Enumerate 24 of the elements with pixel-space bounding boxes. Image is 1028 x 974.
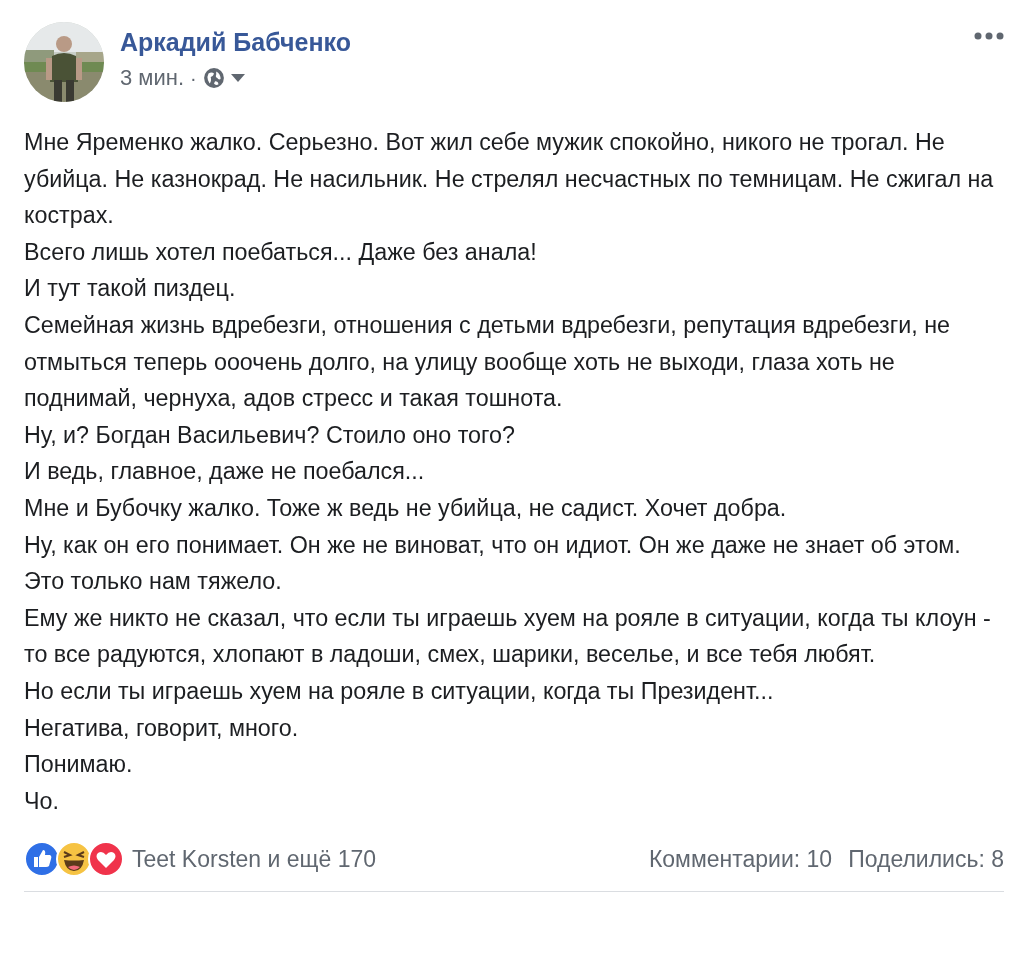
- post-paragraph: Ну, и? Богдан Васильевич? Стоило оно того?: [24, 420, 516, 450]
- post-paragraph: Семейная жизнь вдребезги, отношения с детьми вдребезги, репутация вдребезги, не отмыться теперь ооочень долго, на улицу вообще хоть не выходи, глаза хоть не поднимай, чернуха, адов стресс и такая тошнота.: [24, 310, 952, 414]
- post-paragraph: Мне Яременко жалко. Серьезно. Вот жил себе мужик спокойно, никого не трогал. Не убийца. Не казнокрад. Не насильник. Не стрелял несчастных по темницам. Не сжигал на кострах.: [24, 128, 995, 231]
- post-paragraph: Негатива, говорит, много.: [24, 713, 300, 743]
- laughing-face-icon[interactable]: [56, 841, 92, 878]
- post-paragraph: И тут такой пиздец.: [24, 274, 237, 304]
- more-icon[interactable]: [974, 32, 1004, 40]
- reactions-summary[interactable]: Teet Korsten и ещё 170: [132, 845, 377, 873]
- shares-count[interactable]: Поделились: 8: [848, 845, 1004, 873]
- post-paragraph: Мне и Бубочку жалко. Тоже ж ведь не убийца, не садист. Хочет добра.: [24, 493, 788, 523]
- thumbs-up-icon[interactable]: [24, 841, 60, 878]
- separator: ·: [190, 66, 197, 90]
- comments-count[interactable]: Комментарии: 10: [648, 845, 833, 873]
- author-name[interactable]: Аркадий Бабченко: [120, 28, 351, 57]
- globe-icon[interactable]: [202, 67, 225, 89]
- post-paragraph: Ему же никто не сказал, что если ты играешь хуем на рояле в ситуации, когда ты клоун - то все радуются, хлопают в ладоши, смех, шарики, веселье, и все тебя любят.: [24, 603, 992, 670]
- post-paragraph: Но если ты играешь хуем на рояле в ситуации, когда ты Президент...: [24, 676, 775, 706]
- post-paragraph: Понимаю.: [24, 750, 134, 780]
- caret-icon[interactable]: [230, 74, 245, 82]
- post-paragraph: И ведь, главное, даже не поебался...: [24, 457, 426, 487]
- post-paragraph: Ну, как он его понимает. Он же не виноват, что он идиот. Он же даже не знает об этом. Это только нам тяжело.: [24, 530, 962, 597]
- post-paragraph: Всего лишь хотел поебаться... Даже без анала!: [24, 237, 538, 267]
- post-time[interactable]: 3 мин.: [120, 65, 185, 91]
- post-paragraph: Чо.: [24, 786, 60, 816]
